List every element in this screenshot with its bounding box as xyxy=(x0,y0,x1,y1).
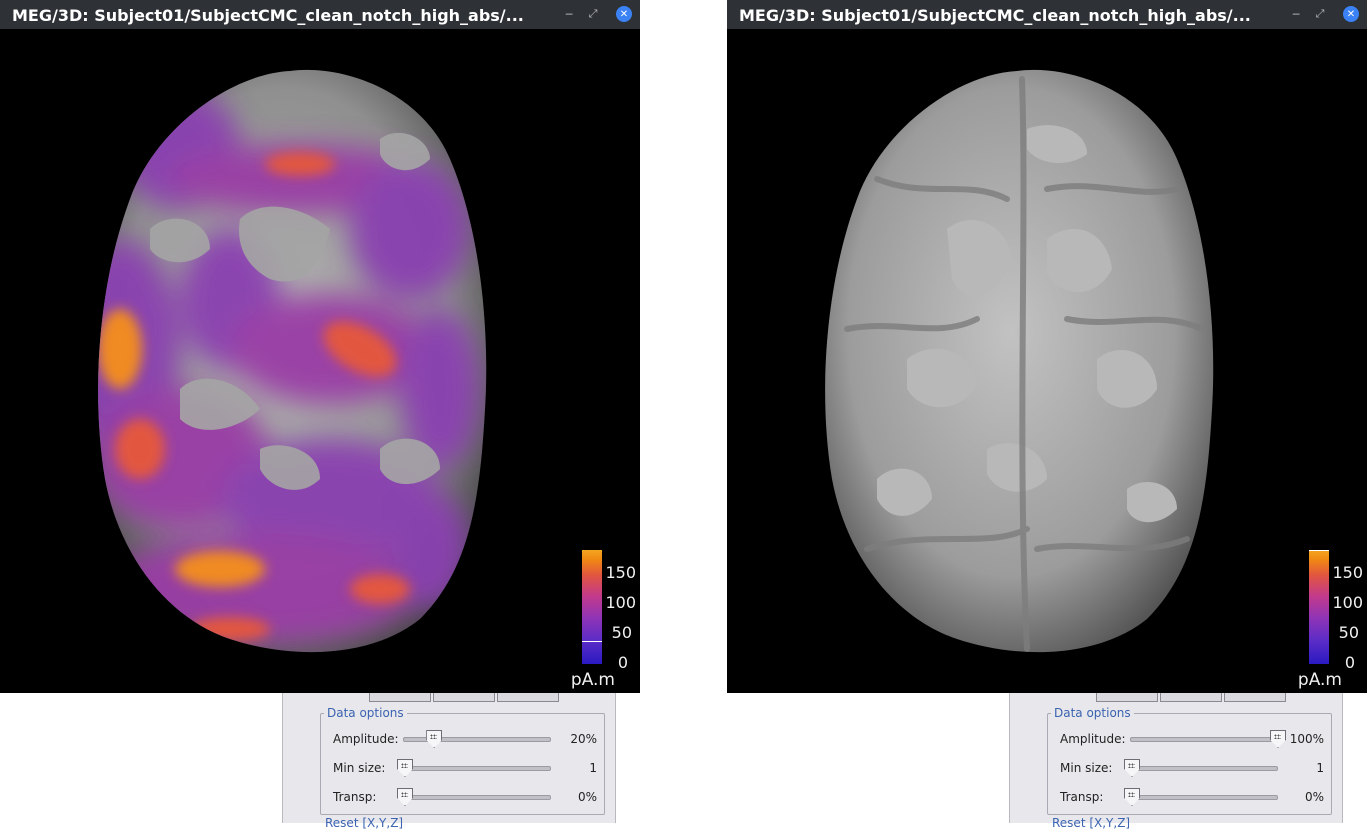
cortex-surface xyxy=(98,69,487,653)
panel-tab[interactable] xyxy=(1160,693,1222,702)
colorbar-threshold-marker xyxy=(582,641,602,643)
data-options-panel-right: Data options Amplitude: 100% Min size: 1… xyxy=(1009,693,1343,830)
amplitude-value: 100% xyxy=(1289,732,1324,746)
amplitude-value: 20% xyxy=(570,732,597,746)
minimize-icon[interactable]: ─ xyxy=(1287,5,1305,23)
min-size-label: Min size: xyxy=(333,761,386,775)
brain-3d-view[interactable] xyxy=(727,29,1367,693)
colorbar-tick: 50 xyxy=(1338,623,1359,642)
amplitude-label: Amplitude: xyxy=(1060,732,1126,746)
data-options-title: Data options xyxy=(1051,706,1134,720)
close-icon[interactable]: ✕ xyxy=(1343,6,1359,22)
panel-tabs xyxy=(1096,693,1286,702)
min-size-label: Min size: xyxy=(1060,761,1113,775)
brain-3d-view[interactable] xyxy=(0,29,640,693)
min-size-slider[interactable] xyxy=(397,759,551,777)
min-size-slider[interactable] xyxy=(1124,759,1278,777)
data-options-panel-left: Data options Amplitude: 20% Min size: 1 … xyxy=(282,693,616,830)
panel-tab[interactable] xyxy=(369,693,431,702)
minimize-icon[interactable]: ─ xyxy=(560,5,578,23)
colorbar-threshold-marker xyxy=(1309,550,1329,551)
cortex-surface xyxy=(825,69,1214,653)
colorbar xyxy=(1309,550,1329,664)
data-options-title: Data options xyxy=(324,706,407,720)
colorbar-tick: 150 xyxy=(1332,563,1363,582)
panel-tab[interactable] xyxy=(1224,693,1286,702)
min-size-value: 1 xyxy=(1316,761,1324,775)
window-title: MEG/3D: Subject01/SubjectCMC_clean_notch… xyxy=(739,6,1251,25)
panel-tab[interactable] xyxy=(1096,693,1158,702)
min-size-value: 1 xyxy=(589,761,597,775)
transparency-label: Transp: xyxy=(333,790,377,804)
amplitude-slider[interactable] xyxy=(1130,730,1286,748)
colorbar-tick: 100 xyxy=(605,593,636,612)
window-titlebar[interactable]: MEG/3D: Subject01/SubjectCMC_clean_notch… xyxy=(727,0,1367,29)
transparency-value: 0% xyxy=(1304,790,1324,804)
colorbar-unit: pA.m xyxy=(1297,670,1342,690)
amplitude-label: Amplitude: xyxy=(333,732,399,746)
viewer-window-left[interactable]: MEG/3D: Subject01/SubjectCMC_clean_notch… xyxy=(0,0,640,693)
panel-tab[interactable] xyxy=(497,693,559,702)
colorbar xyxy=(582,550,602,664)
colorbar-tick: 50 xyxy=(611,623,632,642)
transparency-slider[interactable] xyxy=(1124,788,1278,806)
window-titlebar[interactable]: MEG/3D: Subject01/SubjectCMC_clean_notch… xyxy=(0,0,640,29)
colorbar-tick: 0 xyxy=(617,653,628,672)
close-icon[interactable]: ✕ xyxy=(616,6,632,22)
colorbar-unit: pA.m xyxy=(570,670,615,690)
transparency-slider[interactable] xyxy=(397,788,551,806)
colorbar-tick: 150 xyxy=(605,563,636,582)
reset-xyz-link[interactable]: Reset [X,Y,Z] xyxy=(325,816,403,830)
reset-xyz-link[interactable]: Reset [X,Y,Z] xyxy=(1052,816,1130,830)
transparency-label: Transp: xyxy=(1060,790,1104,804)
panel-tab[interactable] xyxy=(433,693,495,702)
amplitude-slider[interactable] xyxy=(403,730,551,748)
transparency-value: 0% xyxy=(577,790,597,804)
colorbar-tick: 100 xyxy=(1332,593,1363,612)
panel-tabs xyxy=(369,693,559,702)
maximize-icon[interactable]: ⤢ xyxy=(1311,5,1329,23)
colorbar-tick: 0 xyxy=(1344,653,1355,672)
maximize-icon[interactable]: ⤢ xyxy=(584,5,602,23)
window-title: MEG/3D: Subject01/SubjectCMC_clean_notch… xyxy=(12,6,524,25)
viewer-window-right[interactable]: MEG/3D: Subject01/SubjectCMC_clean_notch… xyxy=(727,0,1367,693)
